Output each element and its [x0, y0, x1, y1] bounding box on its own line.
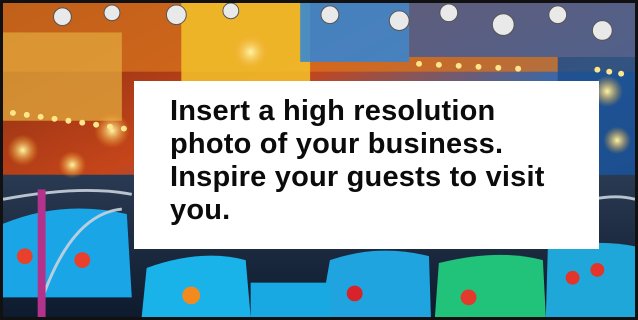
placeholder-headline: Insert a high resolution photo of your b…: [170, 95, 545, 226]
text-placeholder-box: Insert a high resolution photo of your b…: [134, 81, 599, 249]
photo-frame: Insert a high resolution photo of your b…: [0, 0, 638, 320]
